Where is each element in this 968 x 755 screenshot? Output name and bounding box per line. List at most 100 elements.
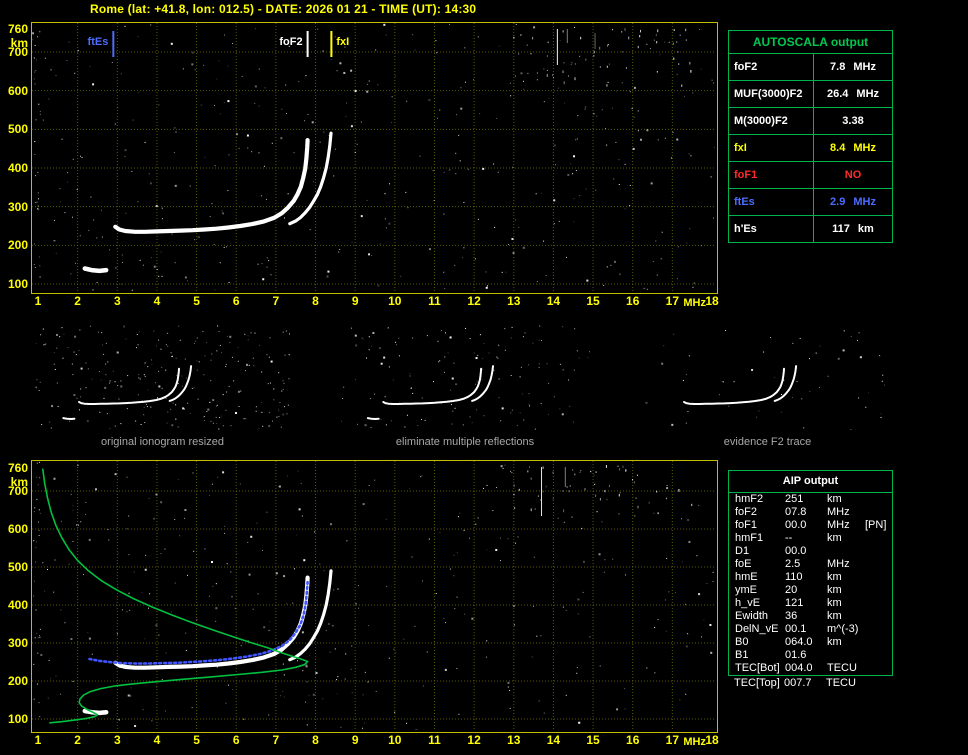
noise-dot bbox=[398, 355, 400, 357]
noise-dot bbox=[857, 339, 859, 341]
noise-dot bbox=[573, 221, 575, 223]
noise-dot bbox=[607, 81, 609, 83]
noise-dot bbox=[42, 562, 44, 564]
noise-dot bbox=[91, 378, 93, 380]
autoscala-window: Rome (lat: +41.8, lon: 012.5) - DATE: 20… bbox=[0, 0, 968, 755]
noise-dot bbox=[533, 26, 536, 29]
noise-dot bbox=[53, 363, 55, 365]
noise-dot bbox=[38, 256, 40, 258]
noise-dot bbox=[578, 721, 581, 724]
noise-dot bbox=[64, 622, 66, 624]
noise-dot bbox=[35, 70, 37, 72]
noise-dot bbox=[286, 475, 288, 477]
noise-dot bbox=[185, 649, 187, 651]
noise-dot bbox=[36, 201, 38, 203]
noise-dot bbox=[482, 357, 484, 359]
noise-dot bbox=[132, 119, 134, 121]
aip-unit: TECU bbox=[827, 662, 857, 674]
noise-dot bbox=[463, 202, 465, 204]
noise-dot bbox=[515, 542, 517, 544]
noise-dot bbox=[131, 289, 133, 291]
noise-dot bbox=[164, 548, 166, 550]
noise-dot bbox=[258, 152, 260, 154]
noise-dot bbox=[654, 672, 656, 674]
noise-dot bbox=[666, 487, 669, 490]
y-axis-tick: 200 bbox=[7, 238, 28, 253]
noise-dot bbox=[548, 97, 550, 99]
noise-dot bbox=[471, 422, 473, 424]
noise-dot bbox=[548, 382, 550, 384]
noise-dot bbox=[603, 284, 605, 286]
noise-dot bbox=[186, 377, 188, 379]
noise-dot bbox=[459, 512, 461, 514]
noise-dot bbox=[350, 327, 352, 329]
aip-row: hmF1 -- km bbox=[729, 532, 892, 545]
noise-dot bbox=[311, 642, 313, 644]
noise-dot bbox=[315, 671, 318, 674]
noise-dot bbox=[373, 393, 375, 395]
noise-dot bbox=[859, 356, 862, 359]
noise-dot bbox=[66, 59, 68, 61]
aip-row: hmF2 251 km bbox=[729, 493, 892, 506]
noise-dot bbox=[239, 483, 241, 485]
noise-dot bbox=[452, 410, 454, 412]
noise-dot bbox=[213, 104, 215, 106]
noise-dot bbox=[160, 553, 162, 555]
noise-dot bbox=[53, 477, 56, 480]
noise-dot bbox=[37, 205, 39, 207]
noise-dot bbox=[632, 147, 635, 150]
noise-dot bbox=[325, 630, 327, 632]
noise-dot bbox=[39, 716, 41, 718]
noise-dot bbox=[522, 393, 524, 395]
noise-dot bbox=[606, 65, 608, 68]
noise-dot bbox=[843, 330, 845, 332]
noise-dot bbox=[70, 273, 72, 275]
noise-dot bbox=[100, 209, 102, 211]
noise-dot bbox=[368, 349, 370, 351]
noise-dot bbox=[650, 182, 653, 185]
noise-dot bbox=[181, 385, 183, 387]
noise-dot bbox=[36, 541, 38, 543]
noise-dot bbox=[144, 638, 146, 640]
aip-label: B0 bbox=[735, 636, 749, 648]
aip-label: hmE bbox=[735, 571, 758, 583]
noise-dot bbox=[306, 681, 308, 683]
noise-dot bbox=[601, 521, 603, 523]
x-axis-tick: 11 bbox=[428, 733, 441, 747]
noise-dot bbox=[436, 52, 438, 54]
noise-dot bbox=[386, 585, 388, 587]
noise-dot bbox=[36, 476, 38, 478]
noise-dot bbox=[209, 401, 211, 403]
noise-dot bbox=[428, 99, 431, 102]
noise-dot bbox=[303, 559, 306, 562]
noise-dot bbox=[309, 229, 311, 231]
noise-dot bbox=[280, 426, 282, 428]
noise-dot bbox=[513, 624, 515, 626]
noise-dot bbox=[218, 60, 220, 62]
noise-dot bbox=[608, 484, 610, 488]
noise-dot bbox=[438, 361, 440, 363]
aip-row: foF1 00.0 MHz [PN] bbox=[729, 519, 892, 532]
noise-dot bbox=[37, 36, 39, 38]
thumbnail-eliminate-reflections bbox=[340, 325, 591, 430]
noise-dot bbox=[517, 536, 519, 538]
noise-dot bbox=[582, 560, 585, 563]
noise-dot bbox=[116, 633, 118, 635]
noise-dot bbox=[664, 41, 666, 43]
noise-dot bbox=[269, 337, 271, 339]
noise-dot bbox=[460, 87, 462, 89]
noise-dot bbox=[175, 418, 177, 420]
noise-dot bbox=[336, 679, 338, 681]
noise-dot bbox=[543, 101, 545, 103]
noise-dot bbox=[74, 335, 77, 338]
noise-dot bbox=[79, 329, 81, 331]
noise-dot bbox=[577, 115, 579, 117]
noise-dot bbox=[384, 396, 386, 398]
noise-dot bbox=[646, 43, 648, 45]
autoscala-row: MUF(3000)F2 26.4 MHz bbox=[729, 81, 892, 108]
noise-dot bbox=[72, 680, 74, 682]
noise-dot bbox=[356, 423, 358, 425]
noise-dot bbox=[253, 365, 255, 367]
noise-dot bbox=[247, 335, 249, 337]
noise-dot bbox=[698, 504, 700, 506]
